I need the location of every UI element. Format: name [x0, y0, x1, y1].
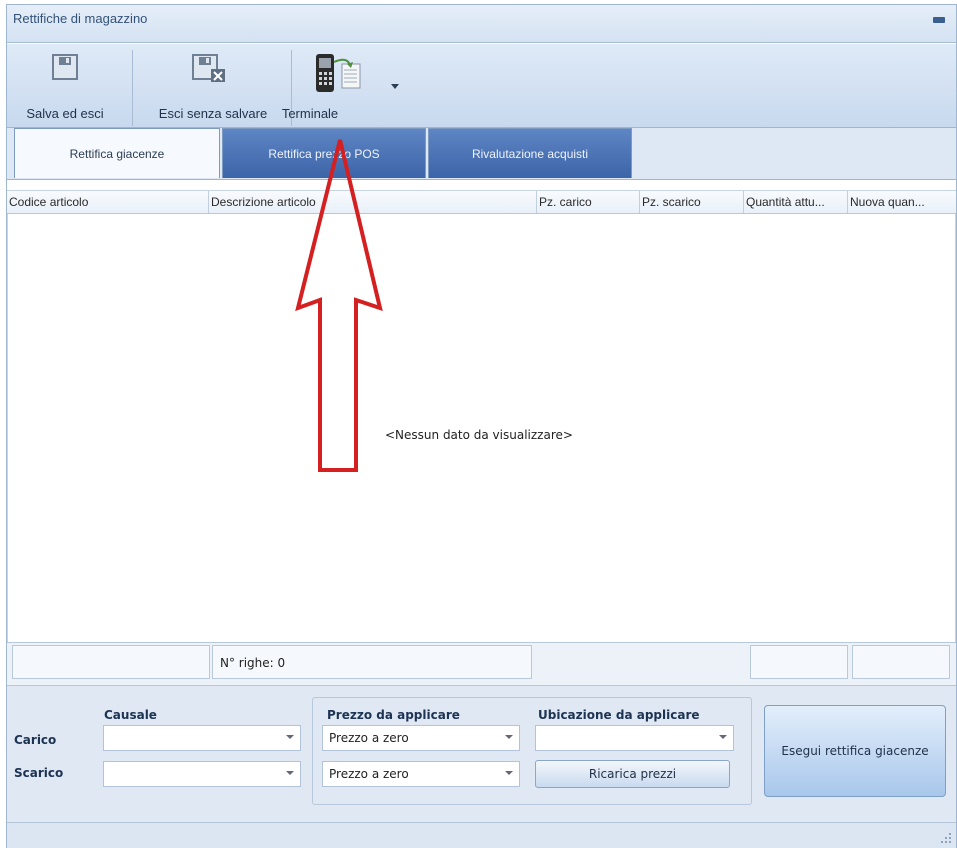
floppy-disk-x-icon	[192, 54, 225, 82]
prezzo-carico-select[interactable]: Prezzo a zero	[322, 725, 520, 751]
prezzo-carico-value: Prezzo a zero	[329, 731, 409, 745]
footer-cell	[12, 645, 210, 679]
save-exit-label: Salva ed esci	[26, 106, 104, 121]
chevron-down-icon	[719, 735, 727, 739]
causale-label: Causale	[104, 708, 157, 722]
ubicazione-select[interactable]	[535, 725, 734, 751]
annotation-arrow-icon	[295, 139, 383, 472]
chevron-down-icon	[286, 735, 294, 739]
column-pz-scarico[interactable]: Pz. scarico	[640, 191, 744, 213]
esegui-rettifica-button[interactable]: Esegui rettifica giacenze	[764, 705, 946, 797]
save-exit-button[interactable]: Salva ed esci	[9, 48, 121, 128]
handheld-terminal-icon	[316, 54, 361, 92]
tab-rivalutazione-acquisti[interactable]: Rivalutazione acquisti	[428, 128, 632, 178]
ricarica-prezzi-button[interactable]: Ricarica prezzi	[535, 760, 730, 788]
footer-cell	[852, 645, 950, 679]
terminal-label: Terminale	[281, 106, 339, 121]
tab-rettifica-giacenze[interactable]: Rettifica giacenze	[14, 128, 220, 178]
causale-carico-select[interactable]	[103, 725, 301, 751]
chevron-down-icon	[391, 84, 399, 89]
causale-scarico-select[interactable]	[103, 761, 301, 787]
carico-label: Carico	[14, 733, 57, 747]
toolbar-separator	[132, 50, 133, 126]
scarico-label: Scarico	[14, 766, 64, 780]
grid-header: Codice articolo Descrizione articolo Pz.…	[7, 190, 956, 214]
row-count: N° righe: 0	[220, 656, 286, 670]
column-nuova-quantita[interactable]: Nuova quan...	[848, 191, 955, 213]
window-title: Rettifiche di magazzino	[13, 11, 148, 26]
column-quantita-attuale[interactable]: Quantità attu...	[744, 191, 848, 213]
chevron-down-icon	[286, 771, 294, 775]
prezzo-scarico-select[interactable]: Prezzo a zero	[322, 761, 520, 787]
footer-cell	[750, 645, 848, 679]
column-pz-carico[interactable]: Pz. carico	[537, 191, 640, 213]
column-codice-articolo[interactable]: Codice articolo	[7, 191, 209, 213]
terminal-dropdown-button[interactable]: Terminale	[282, 48, 404, 128]
prezzo-label: Prezzo da applicare	[327, 708, 460, 722]
floppy-disk-icon	[52, 54, 78, 80]
resize-grip-icon[interactable]	[940, 832, 952, 844]
empty-grid-message: <Nessun dato da visualizzare>	[385, 428, 573, 442]
chevron-down-icon	[505, 771, 513, 775]
ubicazione-label: Ubicazione da applicare	[538, 708, 700, 722]
title-bar	[7, 5, 956, 43]
prezzo-scarico-value: Prezzo a zero	[329, 767, 409, 781]
chevron-down-icon	[505, 735, 513, 739]
minimize-icon[interactable]	[933, 17, 945, 23]
status-bar	[7, 822, 956, 848]
